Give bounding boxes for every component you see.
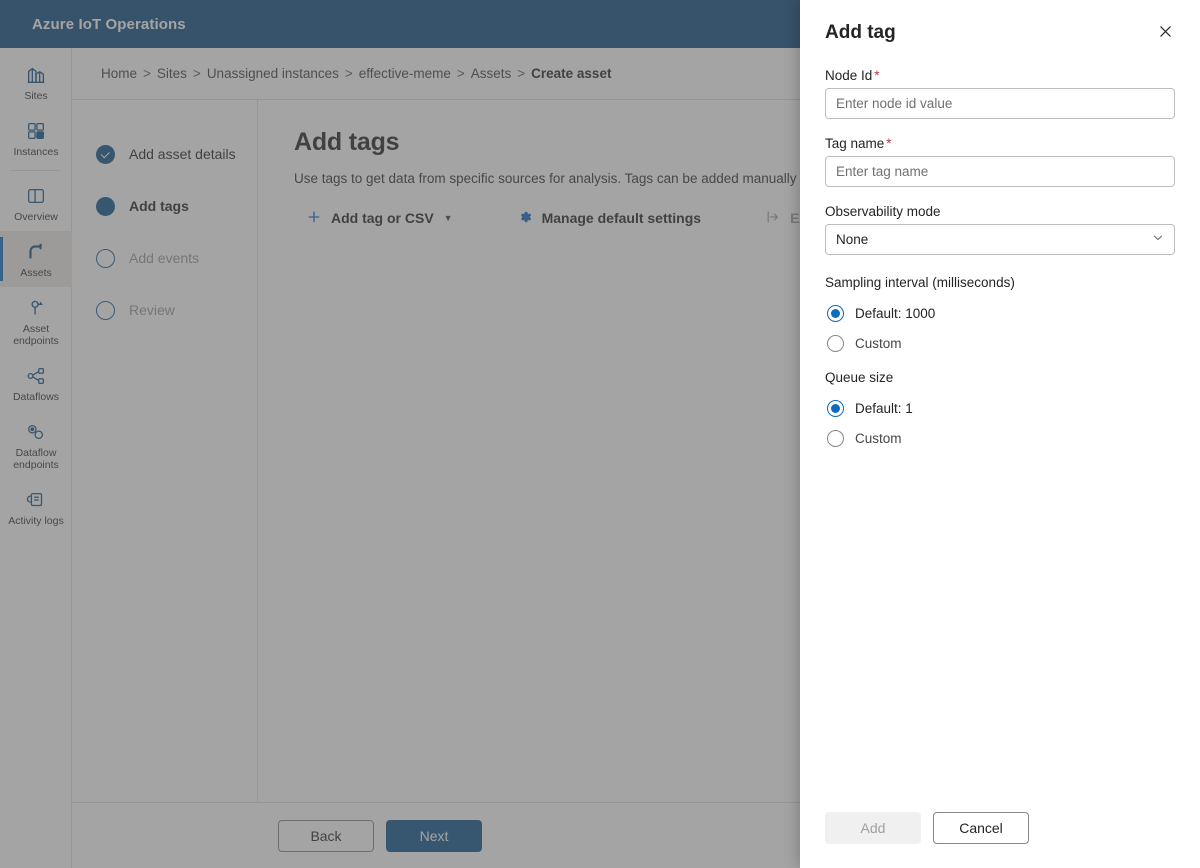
observability-mode-select[interactable]: None xyxy=(825,224,1175,255)
sidebar-item-label: Asset endpoints xyxy=(13,323,59,347)
radio-label: Custom xyxy=(855,430,902,446)
wizard-step-label: Add tags xyxy=(129,198,189,214)
panel-title: Add tag xyxy=(825,22,896,43)
radio-label: Custom xyxy=(855,335,902,351)
dataflows-icon xyxy=(25,365,47,387)
app-title: Azure IoT Operations xyxy=(32,15,186,33)
sidebar-item-sites[interactable]: Sites xyxy=(0,54,72,110)
required-marker: * xyxy=(886,136,892,151)
sidebar-item-overview[interactable]: Overview xyxy=(0,175,72,231)
sidebar-item-instances[interactable]: Instances xyxy=(0,110,72,166)
sampling-interval-label: Sampling interval (milliseconds) xyxy=(825,275,1015,290)
radio-icon xyxy=(827,334,844,352)
sidebar-item-asset-endpoints[interactable]: Asset endpoints xyxy=(0,287,72,355)
add-button: Add xyxy=(825,812,921,844)
plus-icon xyxy=(306,209,322,228)
step-active-icon xyxy=(96,196,115,216)
panel-header: Add tag xyxy=(800,0,1200,48)
breadcrumb-item-unassigned-instances[interactable]: Unassigned instances xyxy=(207,66,339,81)
observability-mode-label: Observability mode xyxy=(825,204,941,219)
breadcrumb-item-current: Create asset xyxy=(531,66,612,81)
manage-default-settings-label: Manage default settings xyxy=(541,210,702,226)
step-todo-icon xyxy=(96,248,115,268)
queue-size-label: Queue size xyxy=(825,370,894,385)
manage-default-settings-button[interactable]: Manage default settings xyxy=(505,202,713,234)
gear-icon xyxy=(517,209,533,228)
sidebar-item-label: Dataflows xyxy=(12,391,60,403)
wizard-step-add-tags[interactable]: Add tags xyxy=(96,180,257,232)
breadcrumb-item-instance[interactable]: effective-meme xyxy=(359,66,451,81)
tag-name-label-text: Tag name xyxy=(825,136,885,151)
wizard-step-review[interactable]: Review xyxy=(96,284,257,336)
sidebar-item-label: Dataflow endpoints xyxy=(13,447,59,471)
add-tag-or-csv-label: Add tag or CSV xyxy=(331,210,434,226)
wizard-step-add-asset-details[interactable]: Add asset details xyxy=(96,128,257,180)
breadcrumb-separator: > xyxy=(456,66,465,81)
sampling-interval-group: Sampling interval (milliseconds) Default… xyxy=(825,275,1175,358)
sidebar-item-activity-logs[interactable]: Activity logs xyxy=(0,479,72,535)
sampling-interval-option-default[interactable]: Default: 1000 xyxy=(827,298,1175,328)
app-root: Azure IoT Operations Sites Instances Ove… xyxy=(0,0,1200,868)
breadcrumb-separator: > xyxy=(344,66,353,81)
breadcrumb-item-sites[interactable]: Sites xyxy=(157,66,187,81)
sidebar-item-label: Assets xyxy=(20,267,52,279)
wizard-step-label: Review xyxy=(129,302,175,318)
add-tag-or-csv-button[interactable]: Add tag or CSV ▼ xyxy=(294,202,465,234)
nav-divider xyxy=(10,170,61,171)
breadcrumb-separator: > xyxy=(143,66,151,81)
tag-name-input[interactable] xyxy=(825,156,1175,187)
sidebar-item-label: Sites xyxy=(24,90,48,102)
back-button[interactable]: Back xyxy=(278,819,374,852)
panel-body: Node Id* Tag name* Observability mode No… xyxy=(800,48,1200,812)
observability-mode-value: None xyxy=(836,232,869,247)
next-button[interactable]: Next xyxy=(386,819,482,852)
asset-endpoints-icon xyxy=(25,297,47,319)
left-nav-rail[interactable]: Sites Instances Overview Assets Asset en… xyxy=(0,48,72,868)
queue-size-option-default[interactable]: Default: 1 xyxy=(827,393,1175,423)
sampling-interval-option-custom[interactable]: Custom xyxy=(827,328,1175,358)
chevron-down-icon: ▼ xyxy=(443,213,453,223)
radio-icon xyxy=(827,304,844,322)
panel-footer: Add Cancel xyxy=(800,812,1200,868)
cancel-button[interactable]: Cancel xyxy=(933,812,1029,844)
radio-icon xyxy=(827,429,844,447)
close-button[interactable] xyxy=(1150,18,1180,48)
breadcrumb-item-home[interactable]: Home xyxy=(101,66,137,81)
dataflow-endpoints-icon xyxy=(25,421,47,443)
wizard-step-label: Add asset details xyxy=(129,146,236,162)
tag-name-label: Tag name * xyxy=(825,136,1175,151)
activity-logs-icon xyxy=(25,489,47,511)
sidebar-item-assets[interactable]: Assets xyxy=(0,231,72,287)
radio-icon xyxy=(827,399,844,417)
add-tag-panel: Add tag Node Id* Tag name* Observability… xyxy=(800,0,1200,868)
instances-icon xyxy=(25,120,47,142)
queue-size-group: Queue size Default: 1 Custom xyxy=(825,370,1175,453)
breadcrumb-separator: > xyxy=(192,66,201,81)
breadcrumb-separator: > xyxy=(517,66,526,81)
radio-label: Default: 1 xyxy=(855,400,913,416)
required-marker: * xyxy=(874,68,880,83)
sidebar-item-label: Instances xyxy=(13,146,59,158)
close-icon xyxy=(1157,23,1174,43)
wizard-step-label: Add events xyxy=(129,250,200,266)
step-todo-icon xyxy=(96,300,115,320)
radio-label: Default: 1000 xyxy=(855,305,936,321)
observability-mode-select-wrapper: None xyxy=(825,224,1175,255)
step-check-icon xyxy=(96,144,115,164)
node-id-label: Node Id * xyxy=(825,68,1175,83)
assets-icon xyxy=(25,241,47,263)
sidebar-item-label: Overview xyxy=(14,211,58,223)
wizard-step-add-events[interactable]: Add events xyxy=(96,232,257,284)
queue-size-option-custom[interactable]: Custom xyxy=(827,423,1175,453)
export-icon xyxy=(765,209,781,228)
sites-icon xyxy=(25,64,47,86)
sidebar-item-dataflow-endpoints[interactable]: Dataflow endpoints xyxy=(0,411,72,479)
breadcrumb-item-assets[interactable]: Assets xyxy=(471,66,512,81)
overview-icon xyxy=(25,185,47,207)
sidebar-item-label: Activity logs xyxy=(8,515,64,527)
node-id-label-text: Node Id xyxy=(825,68,873,83)
wizard-steps: Add asset details Add tags Add events Re… xyxy=(72,100,258,802)
sidebar-item-dataflows[interactable]: Dataflows xyxy=(0,355,72,411)
node-id-input[interactable] xyxy=(825,88,1175,119)
